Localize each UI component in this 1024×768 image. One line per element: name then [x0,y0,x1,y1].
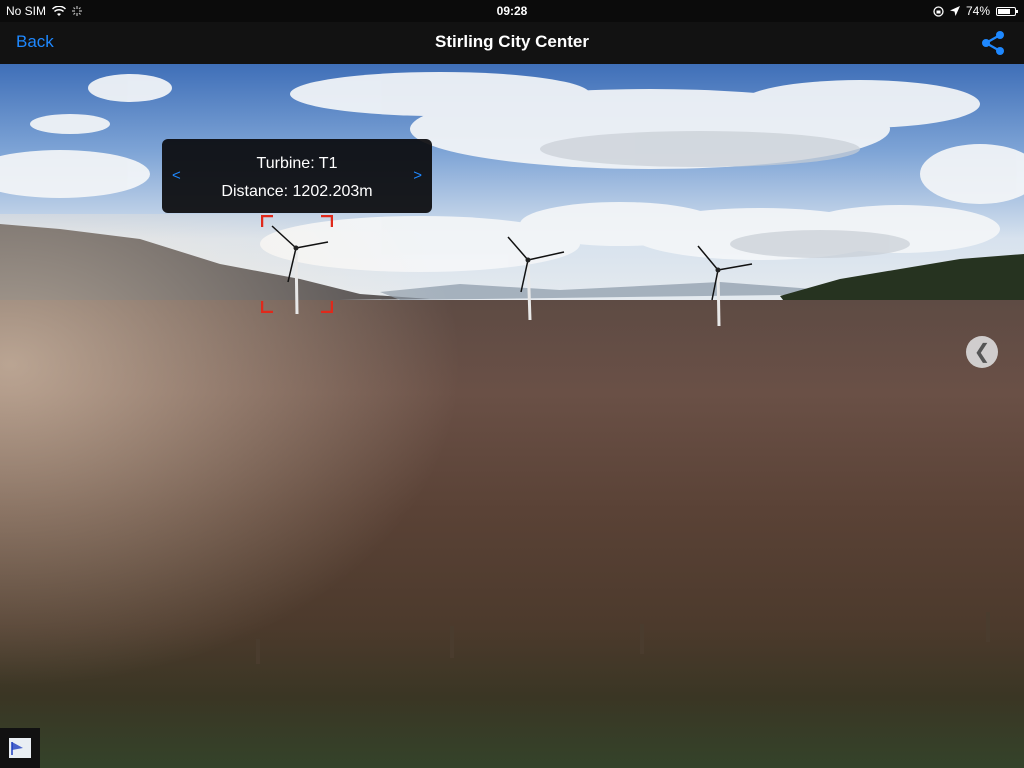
map-thumbnail [9,738,31,758]
panel-toggle-button[interactable]: ❮ [966,336,998,368]
chevron-left-icon: ❮ [973,341,991,363]
battery-level [998,8,1010,14]
turbine-distance: Distance: 1202.203m [221,183,373,200]
page-title: Stirling City Center [435,32,589,51]
turbine-name: Turbine: T1 [256,155,338,172]
status-right: 74% [933,4,1018,18]
navigation-bar: Back Stirling City Center [0,22,1024,64]
battery-percent: 74% [965,4,990,18]
rotation-lock-icon [933,5,944,17]
camera-view[interactable]: < Turbine: T1 Distance: 1202.203m > ❮ [0,64,1024,768]
selection-frame [261,215,333,313]
flag-icon [11,742,23,755]
battery-icon [996,6,1018,16]
share-icon[interactable] [980,30,1006,56]
fence-posts [256,612,990,664]
status-time: 09:28 [496,4,528,18]
location-arrow-icon [949,6,960,16]
turbine-info-popup: < Turbine: T1 Distance: 1202.203m > [162,139,432,213]
next-turbine-button[interactable]: > [413,167,422,184]
status-bar: No SIM 09:28 74% [0,0,1024,22]
map-thumbnail-button[interactable] [0,728,40,768]
wind-turbine[interactable] [500,232,570,322]
wind-turbine[interactable] [692,242,762,332]
